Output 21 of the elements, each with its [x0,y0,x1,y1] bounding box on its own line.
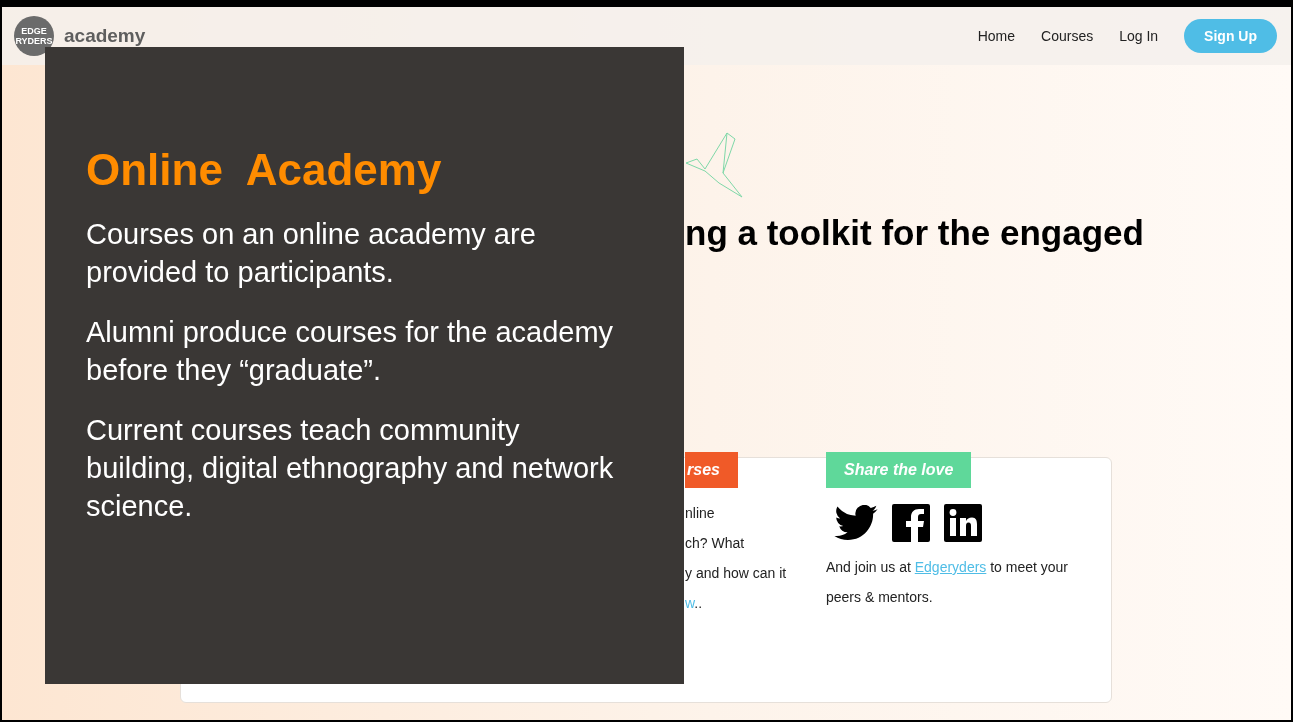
logo[interactable]: EDGE RYDERS [14,16,54,56]
in-letters-icon[interactable] [944,504,982,542]
nav-link[interactable]: Courses [1041,28,1094,44]
section-tag: Share the love [826,452,972,488]
overlay-paragraph: Courses on an online academy are provided to participants. [86,217,537,290]
section-tag: rses [685,452,738,488]
overlay-paragraph: Alumni produce courses for the academy before they “graduate”. [86,315,615,388]
text-line: .. [694,595,703,611]
paper-crane-icon [685,131,743,199]
hero-heading: ng a toolkit for the engaged [685,213,1145,253]
nav-link[interactable]: Log In [1119,28,1159,44]
overlay-title: Online Academy [86,145,443,195]
text-line: ch? What [685,534,746,553]
nav-link[interactable]: Home [977,28,1016,44]
text-line: y and how can it [685,564,788,583]
section-text: And join us at Edgeryders to meet your peers & mentors. [826,558,1070,607]
f-letter-icon[interactable] [892,504,930,542]
overlay-paragraph: Current courses teach community building, digital ethnography and network science. [86,413,615,524]
text-line: nline [685,504,716,523]
bird-icon[interactable] [834,505,878,541]
site-name[interactable]: academy [64,25,146,47]
